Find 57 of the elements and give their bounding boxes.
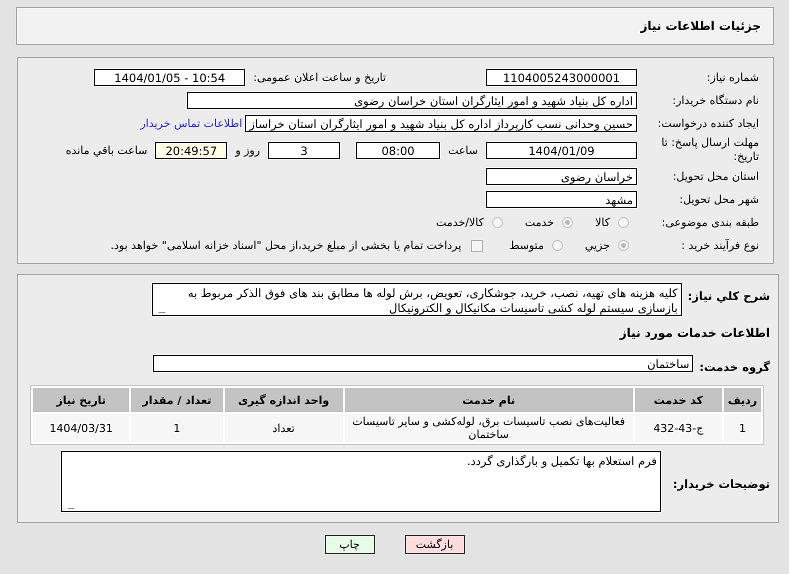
days-field: 3 [268,142,340,158]
field-label: شرح کلي نیاز: [686,288,771,303]
field-label: مهلت ارسال پاسخ: تا تاریخ: [660,136,760,164]
requester-field: حسین وحدانی نسب کارپرداز اداره کل بنیاد شهید و امور ایثارگران استان خراساز [245,115,637,132]
field-label: نوع فرآیند خرید : [680,238,760,252]
deadline-date-field: 1404/01/09 [486,142,637,158]
section-heading: اطلاعات خدمات مورد نیاز [618,325,771,342]
field-label: شماره نیاز: [706,70,760,84]
field-label: شهر محل تحویل: [678,192,760,206]
field-label: تاریخ و ساعت اعلان عمومی: [252,71,387,84]
buyer-contact-link[interactable]: اطلاعات تماس خریدار [140,117,246,130]
action-button[interactable]: چاپ [324,535,374,554]
action-button[interactable]: بازگشت [404,535,464,554]
field-label: گروه خدمت: [698,358,771,374]
column-header: ردیف [724,388,761,412]
field-label: استان محل تحویل: [672,170,760,184]
remaining-time-field: 20:49:57 [155,142,228,158]
table-cell: 1404/03/31 [33,414,130,442]
checkbox[interactable] [471,240,484,252]
radio-label: کالا/خدمت [436,216,484,229]
radio-button[interactable] [562,217,574,228]
column-header: تعداد / مقدار [131,388,223,412]
city-field: مشهد [486,191,637,208]
column-header: نام خدمت [344,388,633,412]
radio-label: جزیي [584,239,610,252]
column-header: تاریخ نیاز [33,388,130,412]
page-title: جزئیات اطلاعات نیاز [640,19,761,33]
description-textarea[interactable]: کلیه هزینه های تهیه، نصب، خرید، جوشکاری، تعویض، برش لوله ها مطابق بند های فوق الذکر مربوط به بازسازی سیستم لوله کشی تاسیسات مکانیکال و الکترونیکال [152,283,682,316]
radio-label: کالا [595,216,610,229]
field-label: نام دستگاه خریدار: [671,94,760,108]
column-header: واحد اندازه گیری [224,388,343,412]
province-field: خراسان رضوی [486,168,637,185]
radio-button[interactable] [618,240,629,251]
table-cell: فعالیت‌های نصب تاسیسات برق، لوله‌کشی و سایر تاسیسات ساختمان [344,414,633,442]
buyer-notes-textarea[interactable]: فرم استعلام بها تکمیل و بارگذاری گردد. [60,451,661,512]
remaining-label: ساعت باقي مانده [64,144,148,156]
column-header: کد خدمت [634,388,722,412]
field-label: توضیحات خریدار: [672,476,771,491]
checkbox-label: پرداخت تمام یا بخشی از مبلغ خرید،از محل "اسناد خزانه اسلامی" خواهد بود. [110,239,462,252]
buyer-name-field: اداره کل بنیاد شهید و امور ایثارگران استان خراسان رضوی [187,92,637,109]
deadline-time-field: 08:00 [356,142,440,158]
radio-button[interactable] [492,217,503,228]
table-cell: 1 [131,414,223,442]
time-label: ساعت [447,144,479,156]
radio-button[interactable] [552,240,563,251]
field-label: طبقه بندی موضوعی: [660,216,760,230]
service-group-field: ساختمان [153,355,694,372]
announce-date-field: 1404/01/05 - 10:54 [94,69,246,86]
table-cell: 1 [724,414,761,442]
need-number-field: 1104005243000001 [486,69,637,86]
radio-label: خدمت [524,216,554,229]
table-cell: تعداد [224,414,343,442]
field-label: ایجاد کننده درخواست: [656,116,760,130]
radio-button[interactable] [618,217,629,228]
radio-label: متوسط [509,239,544,252]
days-label: روز و [234,144,262,156]
table-cell: ج-43-432 [634,414,722,442]
